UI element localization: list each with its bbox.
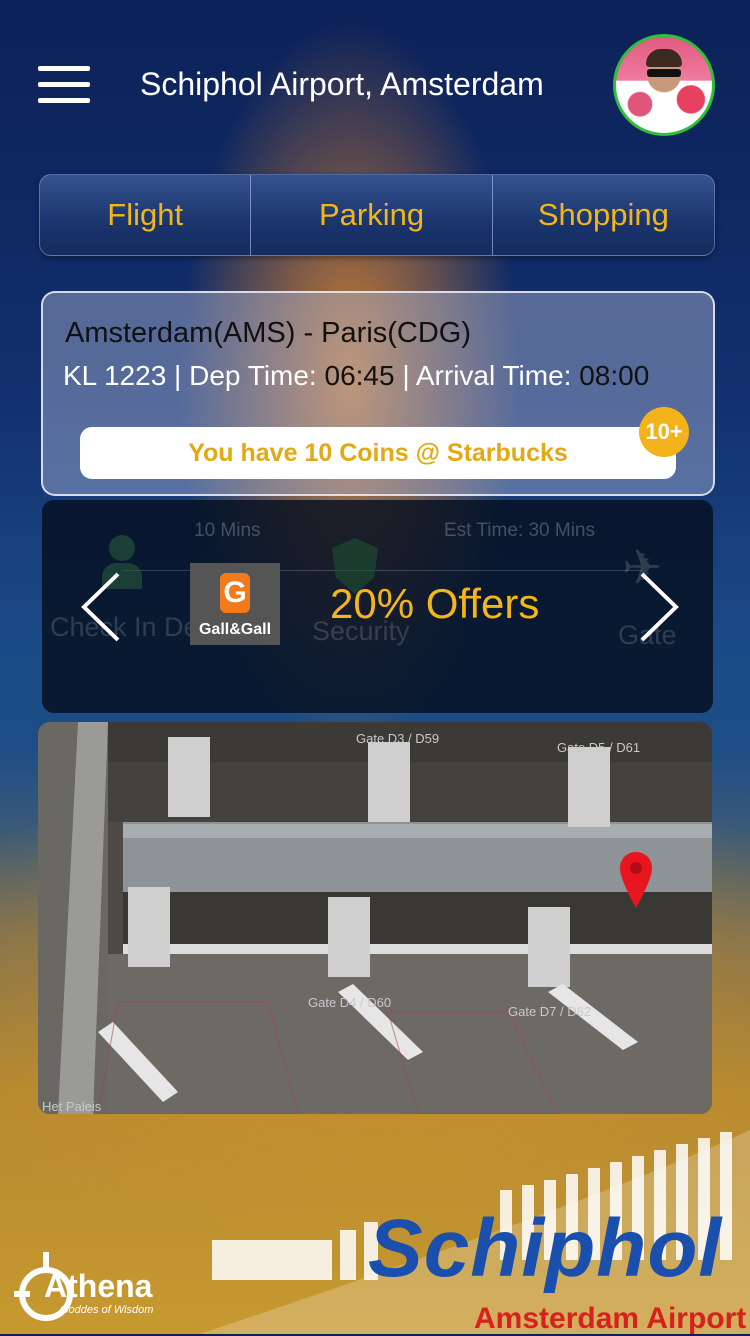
flight-number-dep-label: KL 1223 | Dep Time: xyxy=(63,360,325,391)
coins-count-badge: 10+ xyxy=(639,407,689,457)
map-label-paleis: Het Paleis xyxy=(42,1099,102,1114)
location-pin-icon[interactable] xyxy=(620,852,652,908)
brand-name: Gall&Gall xyxy=(198,621,272,638)
flight-info-card[interactable]: Amsterdam(AMS) - Paris(CDG) KL 1223 | De… xyxy=(41,291,715,496)
tab-flight[interactable]: Flight xyxy=(40,175,250,255)
wait-time-label: 10 Mins xyxy=(194,520,261,541)
offer-text: 20% Offers xyxy=(330,580,540,627)
footer-branding: Schiphol Amsterdam Airport Athena Goddes… xyxy=(0,1130,750,1335)
flight-route: Amsterdam(AMS) - Paris(CDG) xyxy=(65,317,472,349)
map-label-d3: Gate D3 / D59 xyxy=(356,731,439,746)
offers-carousel: 10 Mins Est Time: 30 Mins ✈ Check In De … xyxy=(42,500,713,713)
flight-times: KL 1223 | Dep Time: 06:45 | Arrival Time… xyxy=(63,360,649,392)
hamburger-menu-icon[interactable] xyxy=(38,66,90,104)
user-avatar[interactable] xyxy=(613,34,715,136)
tab-bar: Flight Parking Shopping xyxy=(39,174,715,256)
brand-letter: G xyxy=(220,573,250,613)
satellite-map-image: Gate D3 / D59 Gate D5 / D61 Gate D4 / D6… xyxy=(38,722,712,1114)
arrival-label: | Arrival Time: xyxy=(394,360,580,391)
departure-time: 06:45 xyxy=(324,360,395,391)
schiphol-logo-text: Schiphol xyxy=(368,1203,723,1294)
tab-parking[interactable]: Parking xyxy=(250,175,491,255)
schiphol-subtitle: Amsterdam Airport xyxy=(474,1302,747,1335)
tab-shopping[interactable]: Shopping xyxy=(491,175,714,255)
map-label-d4: Gate D4 / D60 xyxy=(308,995,391,1010)
arrival-time: 08:00 xyxy=(579,360,650,391)
map-label-d5: Gate D5 / D61 xyxy=(557,740,640,755)
airport-map[interactable]: Gate D3 / D59 Gate D5 / D61 Gate D4 / D6… xyxy=(38,722,712,1114)
est-time-label: Est Time: 30 Mins xyxy=(444,520,595,541)
chevron-right-icon[interactable] xyxy=(638,572,680,642)
athena-brand: Athena xyxy=(44,1268,153,1304)
coins-banner[interactable]: You have 10 Coins @ Starbucks xyxy=(80,427,676,479)
map-label-d7: Gate D7 / D62 xyxy=(508,1004,591,1019)
chevron-left-icon[interactable] xyxy=(80,572,122,642)
athena-tagline: Goddes of Wisdom xyxy=(60,1304,154,1316)
gall-gall-logo: G Gall&Gall xyxy=(190,563,280,645)
app-header: Schiphol Airport, Amsterdam xyxy=(0,0,750,170)
step-checkin-label: Check In De xyxy=(50,612,199,642)
page-title: Schiphol Airport, Amsterdam xyxy=(140,66,544,102)
